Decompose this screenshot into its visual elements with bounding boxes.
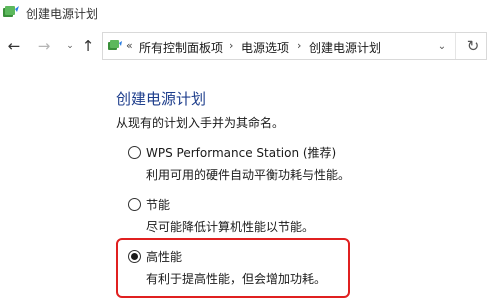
title-bar: 创建电源计划 <box>0 0 500 28</box>
plan-option-label[interactable]: 节能 <box>146 196 170 213</box>
refresh-icon[interactable]: ↻ <box>463 36 483 56</box>
plan-option-label[interactable]: WPS Performance Station (推荐) <box>146 144 336 161</box>
breadcrumb-separator[interactable]: › <box>229 39 233 52</box>
radio-button[interactable] <box>128 146 141 159</box>
navigation-bar: ← → ⌄ ↑ « 所有控制面板项 › 电源选项 › 创建电源计划 ⌄ ↻ <box>0 28 500 66</box>
arrow-up-icon[interactable]: ↑ <box>78 36 98 56</box>
page-title: 创建电源计划 <box>116 90 207 108</box>
radio-button[interactable] <box>128 198 141 211</box>
arrow-left-icon[interactable]: ← <box>4 36 24 56</box>
breadcrumb-overflow-icon[interactable]: « <box>126 39 133 52</box>
address-bar[interactable]: « 所有控制面板项 › 电源选项 › 创建电源计划 ⌄ ↻ <box>102 32 487 60</box>
plan-option-description: 尽可能降低计算机性能以节能。 <box>146 220 315 234</box>
breadcrumb-item[interactable]: 所有控制面板项 <box>139 39 223 56</box>
breadcrumb-separator[interactable]: › <box>297 39 301 52</box>
plan-option-description: 利用可用的硬件自动平衡功耗与性能。 <box>146 168 351 182</box>
control-panel-icon <box>108 40 122 50</box>
address-divider <box>455 33 456 59</box>
arrow-right-icon[interactable]: → <box>34 36 54 56</box>
chevron-down-icon[interactable]: ⌄ <box>433 37 451 55</box>
breadcrumb-item[interactable]: 创建电源计划 <box>309 39 381 56</box>
window-title: 创建电源计划 <box>26 7 99 21</box>
power-options-icon <box>3 6 19 17</box>
breadcrumb-item[interactable]: 电源选项 <box>241 39 289 56</box>
page-description: 从现有的计划入手并为其命名。 <box>116 116 285 130</box>
chevron-down-icon[interactable]: ⌄ <box>60 36 80 56</box>
highlight-annotation <box>116 238 350 298</box>
